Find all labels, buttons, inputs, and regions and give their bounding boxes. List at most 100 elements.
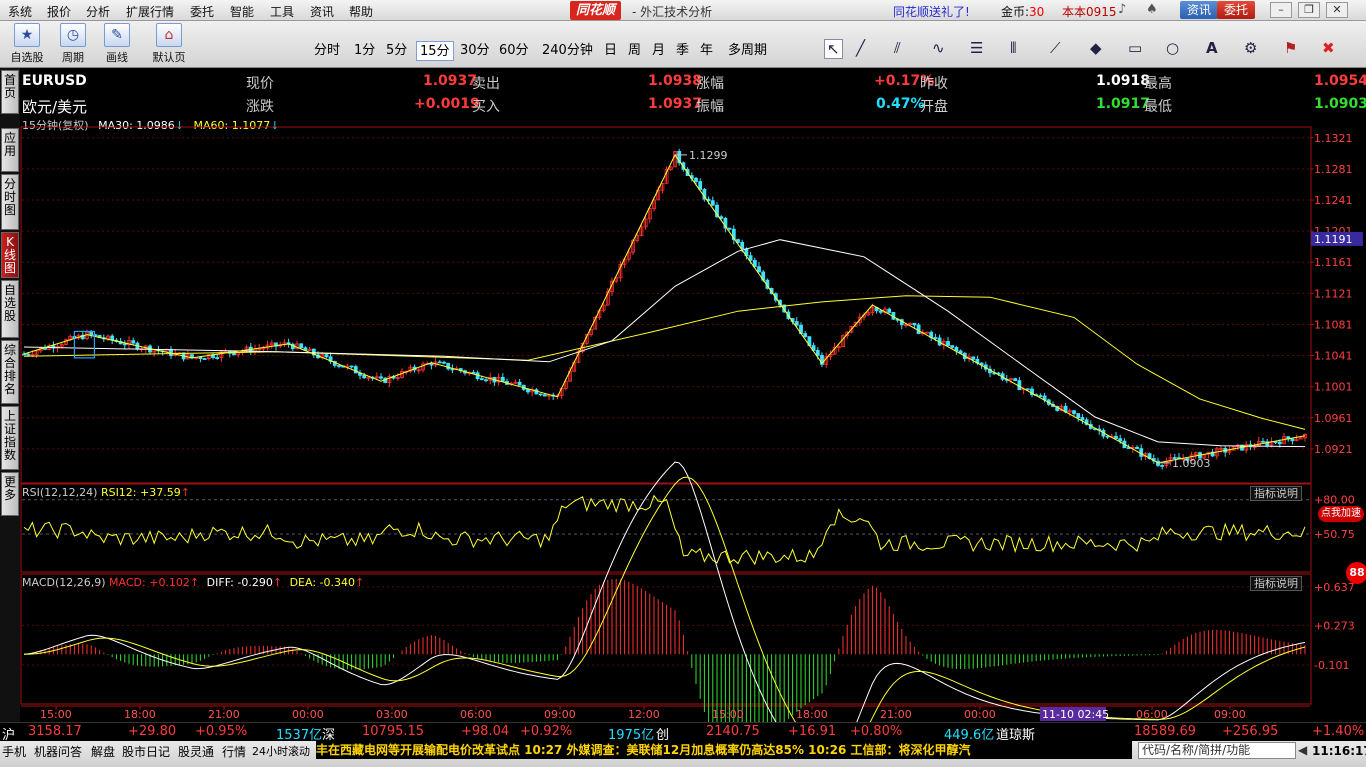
sidenav-sh-index[interactable]: 上证指数 <box>1 406 19 470</box>
rect-icon[interactable]: ▭ <box>1128 39 1142 57</box>
menu-analysis[interactable]: 分析 <box>86 3 110 20</box>
menu-news[interactable]: 资讯 <box>310 3 334 20</box>
high-annotation: 1.1299 <box>689 149 728 162</box>
time-tick-label: 03:00 <box>376 708 408 721</box>
tab-24h-scroll[interactable]: 24小时滚动 <box>252 743 310 759</box>
time-tick-label: 11-10 02:45 <box>1042 708 1109 721</box>
sidenav-kline[interactable]: K线图 <box>1 232 19 278</box>
close-button[interactable]: ✕ <box>1326 2 1348 18</box>
sidenav-more[interactable]: 更多 <box>1 472 19 516</box>
macd-help-button[interactable]: 指标说明 <box>1250 576 1302 591</box>
bars-icon[interactable]: ⦀ <box>1010 39 1017 57</box>
candle-body <box>26 353 31 356</box>
cy-change: +16.91 <box>788 724 837 739</box>
period-tool[interactable]: ◷ 周期 <box>52 23 94 65</box>
wave-icon[interactable]: ∿ <box>932 39 945 57</box>
tab-market-diary[interactable]: 股市日记 <box>122 743 170 760</box>
candle-body <box>1160 465 1165 467</box>
tf-5min[interactable]: 5分 <box>386 41 407 61</box>
text-icon[interactable]: A <box>1206 39 1218 57</box>
channel-icon[interactable]: ⟋ <box>1050 39 1061 57</box>
mark-icon[interactable]: ⚑ <box>1284 39 1297 57</box>
settings-icon[interactable]: ⚙ <box>1244 39 1257 57</box>
tf-240min[interactable]: 240分钟 <box>542 41 593 61</box>
menu-order[interactable]: 委托 <box>190 3 214 20</box>
restore-button[interactable]: ❐ <box>1298 2 1320 18</box>
tf-week[interactable]: 周 <box>628 41 641 61</box>
value-amplitude: 0.47% <box>876 96 925 112</box>
value-prev-close: 1.0918 <box>1096 73 1151 89</box>
tf-year[interactable]: 年 <box>700 41 713 61</box>
menu-tools[interactable]: 工具 <box>270 3 294 20</box>
rsi-tick-label: +80.00 <box>1314 494 1355 507</box>
tab-robot-qa[interactable]: 机器问答 <box>34 743 82 760</box>
news-button[interactable]: 资讯 <box>1180 1 1219 19</box>
cursor-icon[interactable]: ↖ <box>824 39 843 59</box>
sidenav-ranking[interactable]: 综合排名 <box>1 340 19 404</box>
candle-body <box>198 356 203 359</box>
account-name[interactable]: 本本0915 <box>1062 3 1117 20</box>
menu-quotes[interactable]: 报价 <box>47 3 71 20</box>
tf-60min[interactable]: 60分 <box>499 41 529 61</box>
tab-market-review[interactable]: 解盘 <box>91 743 115 760</box>
menu-system[interactable]: 系统 <box>8 3 32 20</box>
fan-icon[interactable]: ◆ <box>1090 39 1102 57</box>
sidenav-home[interactable]: 首页 <box>1 70 19 114</box>
tf-1min[interactable]: 1分 <box>354 41 375 61</box>
default-page-tool[interactable]: ⌂ 默认页 <box>148 23 190 65</box>
macd-label: MACD(12,26,9) <box>22 576 106 589</box>
tab-stock-tips[interactable]: 股灵通 <box>178 743 214 760</box>
label-ask: 卖出 <box>472 76 500 92</box>
minimize-button[interactable]: – <box>1270 2 1292 18</box>
line-icon[interactable]: ╱ <box>856 39 865 57</box>
candle-body <box>1076 413 1081 418</box>
label-low: 最低 <box>1144 99 1172 115</box>
candle-body <box>362 374 367 379</box>
tf-timeshare[interactable]: 分时 <box>314 41 340 61</box>
symbol-code: EURUSD <box>22 73 87 89</box>
coins-display: 金币:30 <box>1001 3 1044 20</box>
trade-button[interactable]: 委托 <box>1217 1 1256 19</box>
low-annotation: 1.0903 <box>1172 457 1211 470</box>
sidenav-timeshare[interactable]: 分时图 <box>1 174 19 230</box>
menu-extended-quotes[interactable]: 扩展行情 <box>126 3 174 20</box>
tf-month[interactable]: 月 <box>652 41 665 61</box>
delete-icon[interactable]: ✖ <box>1322 39 1335 57</box>
tf-15min[interactable]: 15分 <box>416 41 454 61</box>
promo-link[interactable]: 同花顺送礼了! <box>893 3 970 20</box>
tf-quarter[interactable]: 季 <box>676 41 689 61</box>
price-tick-label: 1.0961 <box>1314 412 1353 425</box>
news-ticker[interactable]: 丰在西藏电网等开展输配电价改革试点 10:27 外媒调查：美联储12月加息概率仍… <box>316 741 1132 759</box>
speed-up-badge[interactable]: 点我加速 <box>1318 506 1364 522</box>
draw-tool[interactable]: ✎ 画线 <box>96 23 138 65</box>
candle-body <box>887 308 892 313</box>
menu-help[interactable]: 帮助 <box>349 3 373 20</box>
bell-icon[interactable]: ♪ <box>1118 2 1126 17</box>
candle-body <box>694 177 698 182</box>
value-bid: 1.0937 <box>648 96 703 112</box>
speaker-icon[interactable]: ◀ <box>1298 743 1307 757</box>
dj-change: +256.95 <box>1222 724 1279 739</box>
counter-badge[interactable]: 88 <box>1346 562 1366 584</box>
tf-multi[interactable]: 多周期 <box>728 41 767 61</box>
rsi-arrow-icon: ↑ <box>180 486 190 499</box>
sidenav-watchlist[interactable]: 自选股 <box>1 280 19 338</box>
watchlist-tool[interactable]: ★ 自选股 <box>6 23 48 65</box>
tab-quotes[interactable]: 行情 <box>222 743 246 760</box>
time-tick-label: 06:00 <box>1136 708 1168 721</box>
circle-icon[interactable]: ○ <box>1166 39 1179 57</box>
shirt-icon[interactable]: ♠ <box>1146 2 1158 17</box>
chart-area[interactable]: 1.1321 1.1281 1.1241 1.1201 1.1161 1.1121 1.10… <box>20 126 1366 740</box>
kline-chart[interactable]: 1.13211.12811.12411.12011.11611.11211.10… <box>20 126 1366 722</box>
code-search-input[interactable]: 代码/名称/简拼/功能 <box>1138 742 1296 759</box>
tf-30min[interactable]: 30分 <box>460 41 490 61</box>
menu-smart[interactable]: 智能 <box>230 3 254 20</box>
tf-day[interactable]: 日 <box>604 41 617 61</box>
parallel-icon[interactable]: ⫽ <box>894 39 901 57</box>
toolbar: ★ 自选股 ◷ 周期 ✎ 画线 ⌂ 默认页 分时 1分 5分 15分 30分 60分 2… <box>0 21 1366 68</box>
sidenav-apps[interactable]: 应用 <box>1 128 19 172</box>
tab-mobile[interactable]: 手机 <box>2 743 26 760</box>
period-tool-label: 周期 <box>62 51 84 64</box>
fibonacci-icon[interactable]: ☰ <box>970 39 983 57</box>
rsi-help-button[interactable]: 指标说明 <box>1250 486 1302 501</box>
